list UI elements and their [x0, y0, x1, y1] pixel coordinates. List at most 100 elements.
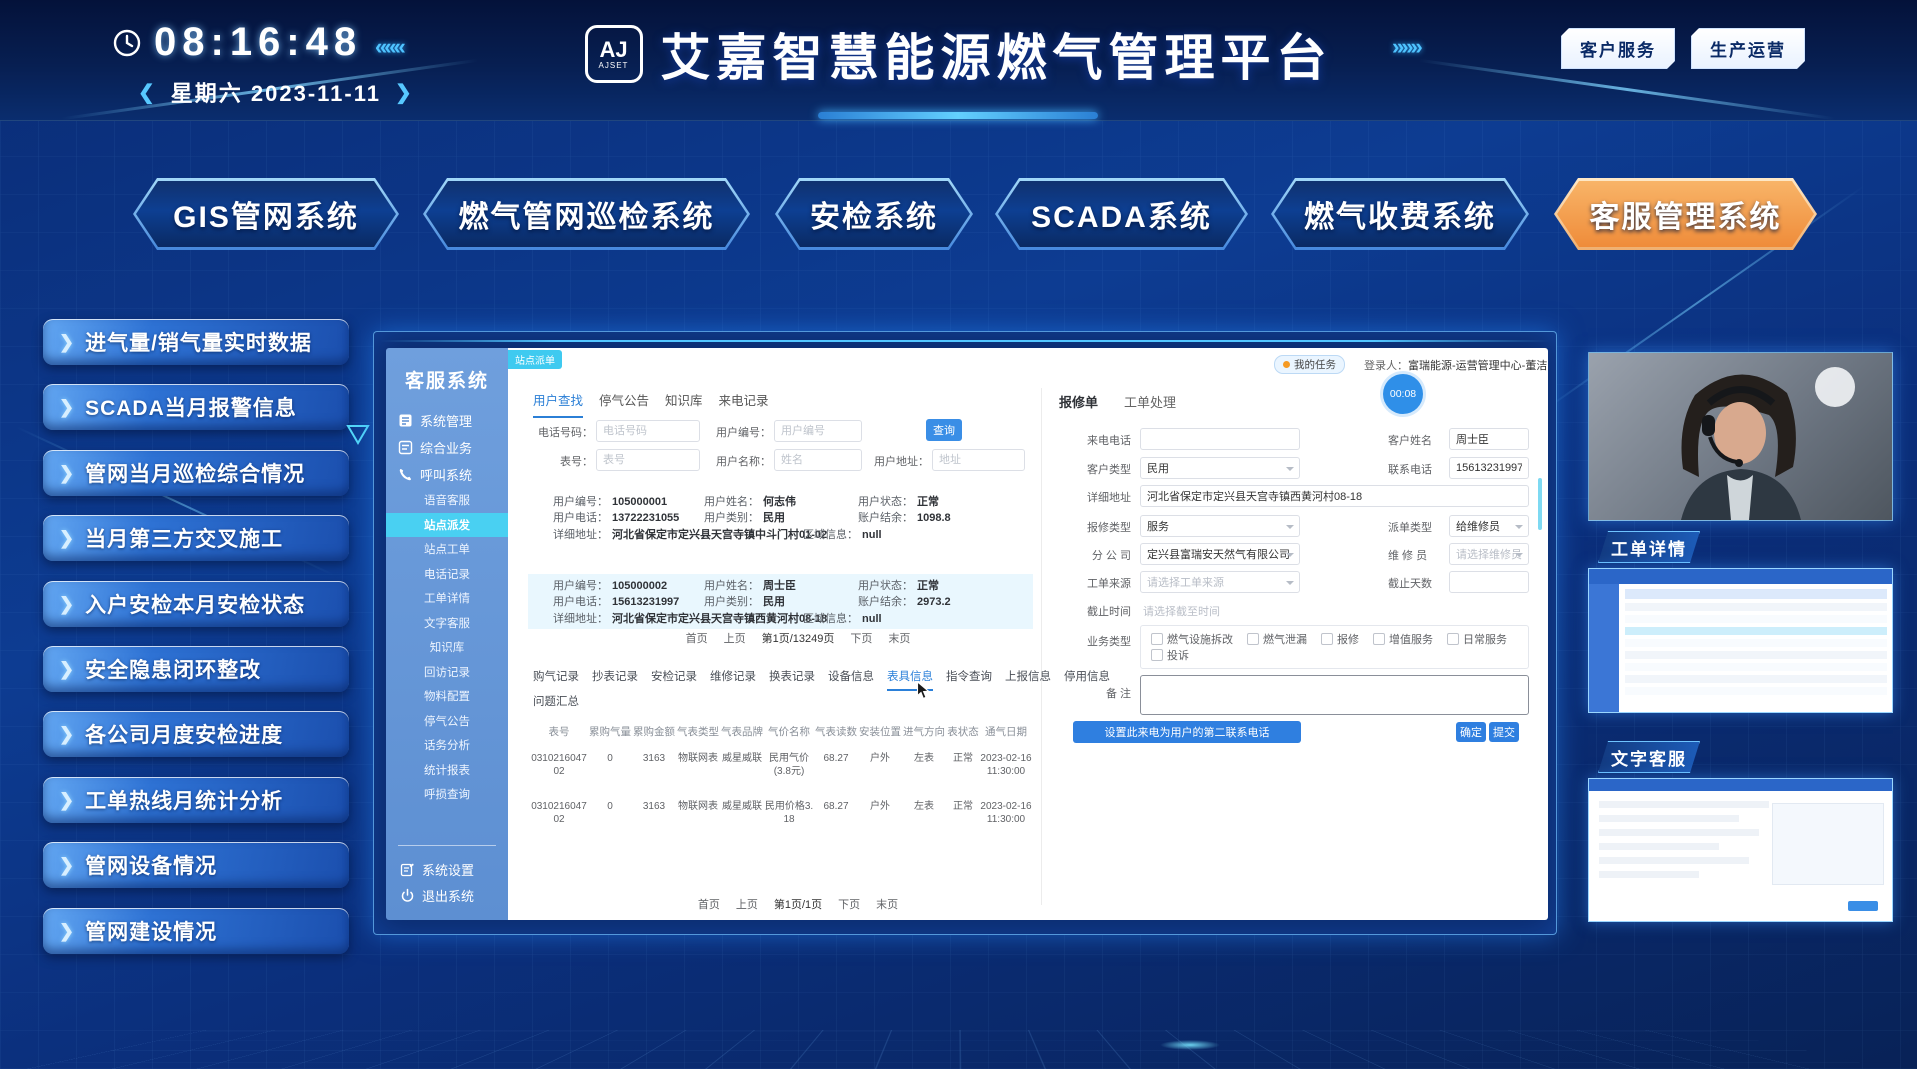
- repairman-select[interactable]: 请选择维修员: [1449, 543, 1529, 565]
- customer-service-button[interactable]: 客户服务: [1561, 28, 1675, 69]
- menu-item-call-records[interactable]: 电话记录: [386, 562, 508, 587]
- page-prev[interactable]: 上页: [736, 896, 758, 912]
- dispatch-type-select[interactable]: 给维修员: [1449, 515, 1529, 537]
- menu-item-site-workorder[interactable]: 站点工单: [386, 537, 508, 562]
- tab-outage-notice[interactable]: 停气公告: [599, 390, 649, 418]
- checkbox-gas-facility-demolition[interactable]: 燃气设施拆改: [1151, 631, 1233, 647]
- tab-meter-reading-records[interactable]: 抄表记录: [592, 668, 638, 691]
- menu-item-system-settings[interactable]: 系统设置: [386, 856, 508, 882]
- tab-report-info[interactable]: 上报信息: [1005, 668, 1051, 691]
- menu-item-voice-service[interactable]: 语音客服: [386, 488, 508, 513]
- menu-item-call-loss-query[interactable]: 呼损查询: [386, 782, 508, 807]
- menu-group-general-business[interactable]: 综合业务: [386, 434, 508, 461]
- set-second-phone-button[interactable]: 设置此来电为用户的第二联系电话: [1073, 721, 1301, 743]
- tab-device-info[interactable]: 设备信息: [828, 668, 874, 691]
- tab-workorder-process[interactable]: 工单处理: [1124, 392, 1176, 411]
- sidebar-item-household-safety-status[interactable]: 入户安检本月安检状态: [43, 581, 349, 627]
- page-last[interactable]: 末页: [876, 896, 898, 912]
- sidebar-item-inspection-overview[interactable]: 管网当月巡检综合情况: [43, 450, 349, 496]
- page-next[interactable]: 下页: [838, 896, 860, 912]
- menu-group-system-mgmt[interactable]: 系统管理: [386, 407, 508, 434]
- tab-repair-form[interactable]: 报修单: [1059, 392, 1098, 411]
- nav-tab-pipeline-inspection[interactable]: 燃气管网巡检系统: [423, 178, 750, 250]
- meter-input[interactable]: [596, 449, 700, 471]
- tab-safety-records[interactable]: 安检记录: [651, 668, 697, 691]
- customer-type-select[interactable]: 民用: [1140, 457, 1300, 479]
- menu-item-followup-records[interactable]: 回访记录: [386, 660, 508, 685]
- text-service-label[interactable]: 文字客服: [1598, 741, 1700, 773]
- search-button[interactable]: 查询: [926, 419, 962, 441]
- tab-command-query[interactable]: 指令查询: [946, 668, 992, 691]
- branch-company-select[interactable]: 定兴县富瑞安天然气有限公司: [1140, 543, 1300, 565]
- menu-item-logout[interactable]: 退出系统: [386, 882, 508, 908]
- sidebar-item-pipeline-equipment[interactable]: 管网设备情况: [43, 842, 349, 888]
- sidebar-item-realtime-gas[interactable]: 进气量/销气量实时数据: [43, 319, 349, 365]
- menu-item-text-service[interactable]: 文字客服: [386, 611, 508, 636]
- username-input[interactable]: [774, 449, 862, 471]
- nav-tab-gis[interactable]: GIS管网系统: [133, 178, 399, 250]
- page-prev[interactable]: 上页: [724, 630, 746, 646]
- phone-input[interactable]: [596, 420, 700, 442]
- meter-table-row[interactable]: 031021604702 0 3163 物联网表 威星威联 民用气价(3.8元)…: [530, 752, 1032, 778]
- submit-button[interactable]: 提交: [1489, 722, 1519, 742]
- tab-user-search[interactable]: 用户查找: [533, 390, 583, 418]
- deadline-picker[interactable]: 请选择截至时间: [1143, 603, 1220, 619]
- user-record[interactable]: 用户编号：105000001 用户姓名：何志伟 用户状态：正常 用户电话：137…: [528, 490, 1033, 545]
- menu-item-statistics-report[interactable]: 统计报表: [386, 758, 508, 783]
- workorder-detail-label[interactable]: 工单详情: [1598, 531, 1700, 563]
- sidebar-item-third-party-construction[interactable]: 当月第三方交叉施工: [43, 515, 349, 561]
- nav-tab-gas-billing[interactable]: 燃气收费系统: [1271, 178, 1529, 250]
- sidebar-item-hotline-statistics[interactable]: 工单热线月统计分析: [43, 777, 349, 823]
- page-last[interactable]: 末页: [888, 630, 910, 646]
- meter-table-row[interactable]: 031021604702 0 3163 物联网表 威星威联 民用价格3.18 6…: [530, 800, 1032, 826]
- customer-name-input[interactable]: [1449, 428, 1529, 450]
- user-record-selected[interactable]: 用户编号：105000002 用户姓名：周士臣 用户状态：正常 用户电话：156…: [528, 574, 1033, 629]
- menu-group-call-system[interactable]: 呼叫系统: [386, 461, 508, 488]
- caller-phone-input[interactable]: [1140, 428, 1300, 450]
- tab-purchase-records[interactable]: 购气记录: [533, 668, 579, 691]
- menu-item-material-config[interactable]: 物料配置: [386, 684, 508, 709]
- sidebar-item-scada-alarms[interactable]: SCADA当月报警信息: [43, 384, 349, 430]
- menu-item-knowledge-base[interactable]: 知识库: [386, 635, 508, 660]
- page-first[interactable]: 首页: [686, 630, 708, 646]
- note-textarea[interactable]: [1140, 675, 1529, 715]
- page-next[interactable]: 下页: [850, 630, 872, 646]
- confirm-button[interactable]: 确定: [1456, 722, 1486, 742]
- menu-item-workorder-detail[interactable]: 工单详情: [386, 586, 508, 611]
- nav-tab-scada[interactable]: SCADA系统: [995, 178, 1248, 250]
- menu-item-traffic-analysis[interactable]: 话务分析: [386, 733, 508, 758]
- workorder-preview-thumbnail[interactable]: [1588, 568, 1893, 713]
- checkbox-complaint[interactable]: 投诉: [1151, 647, 1189, 663]
- site-dispatch-tag[interactable]: 站点派单: [508, 350, 562, 369]
- menu-item-gas-outage-notice[interactable]: 停气公告: [386, 709, 508, 734]
- detail-address-input[interactable]: [1140, 485, 1529, 507]
- tab-meter-change-records[interactable]: 换表记录: [769, 668, 815, 691]
- sidebar-item-hazard-rectification[interactable]: 安全隐患闭环整改: [43, 646, 349, 692]
- deadline-days-input[interactable]: [1449, 571, 1529, 593]
- workorder-source-select[interactable]: 请选择工单来源: [1140, 571, 1300, 593]
- repair-type-select[interactable]: 服务: [1140, 515, 1300, 537]
- checkbox-gas-leak[interactable]: 燃气泄漏: [1247, 631, 1307, 647]
- checkbox-daily-service[interactable]: 日常服务: [1447, 631, 1507, 647]
- logo-initials: AJ: [599, 39, 627, 61]
- checkbox-value-added-service[interactable]: 增值服务: [1373, 631, 1433, 647]
- sidebar-item-pipeline-construction[interactable]: 管网建设情况: [43, 908, 349, 954]
- customer-name-label: 客户姓名: [1388, 432, 1432, 448]
- nav-tab-customer-service-active[interactable]: 客服管理系统: [1554, 178, 1817, 250]
- nav-tab-safety-check[interactable]: 安检系统: [775, 178, 973, 250]
- useraddr-input[interactable]: [932, 449, 1025, 471]
- tab-incoming-calls[interactable]: 来电记录: [719, 390, 769, 418]
- contact-phone-label: 联系电话: [1388, 461, 1432, 477]
- workorder-source-label: 工单来源: [1053, 575, 1131, 591]
- tab-repair-records[interactable]: 维修记录: [710, 668, 756, 691]
- checkbox-repair[interactable]: 报修: [1321, 631, 1359, 647]
- userno-input[interactable]: [774, 420, 862, 442]
- contact-phone-input[interactable]: [1449, 457, 1529, 479]
- sidebar-item-monthly-safety-progress[interactable]: 各公司月度安检进度: [43, 711, 349, 757]
- production-operation-button[interactable]: 生产运营: [1691, 28, 1805, 69]
- text-service-preview-thumbnail[interactable]: [1588, 778, 1893, 922]
- tab-knowledge-base[interactable]: 知识库: [665, 390, 703, 418]
- tab-issue-summary[interactable]: 问题汇总: [533, 693, 579, 714]
- menu-item-site-dispatch-active[interactable]: 站点派发: [386, 513, 508, 538]
- page-first[interactable]: 首页: [698, 896, 720, 912]
